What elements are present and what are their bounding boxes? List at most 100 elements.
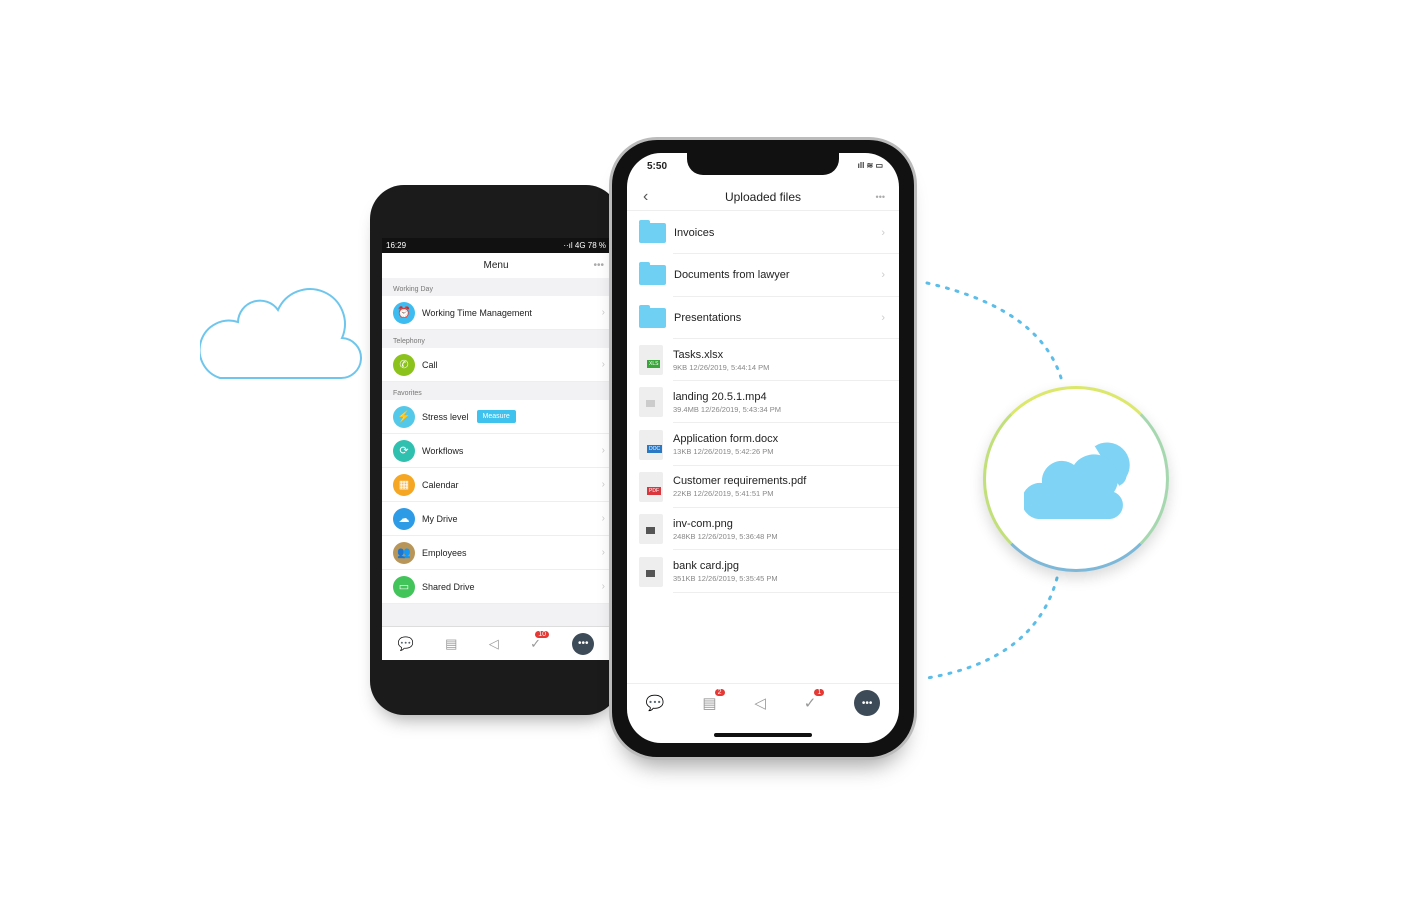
menu-item-label: My Drive xyxy=(422,513,458,524)
page-title: Menu xyxy=(483,260,509,271)
status-bar: 16:29 ··ıl 4G 78 % xyxy=(382,238,610,253)
file-icon: DOC xyxy=(639,429,663,460)
folder-row[interactable]: Documents from lawyer › xyxy=(627,254,899,297)
file-row[interactable]: bank card.jpg 351KB 12/26/2019, 5:35:45 P… xyxy=(627,550,899,593)
chevron-right-icon: › xyxy=(601,307,605,318)
megaphone-icon[interactable]: ◁ xyxy=(489,636,499,652)
status-bar: 5:50 ıll ≋ ▭ xyxy=(647,161,883,172)
iphone-screen: 5:50 ıll ≋ ▭ ‹ Uploaded files ••• Invoice… xyxy=(627,153,899,743)
chevron-right-icon: › xyxy=(601,479,605,490)
menu-header: Menu ••• xyxy=(382,253,610,278)
chevron-right-icon: › xyxy=(881,311,885,324)
menu-item[interactable]: ☁ My Drive › xyxy=(382,502,610,536)
file-icon xyxy=(639,387,663,418)
menu-item[interactable]: ▦ Calendar › xyxy=(382,468,610,502)
file-meta: 9KB 12/26/2019, 5:44:14 PM xyxy=(673,362,770,372)
file-type-tag: PDF xyxy=(647,486,661,495)
file-list: Invoices › Documents from lawyer › Presentat… xyxy=(627,212,899,593)
menu-item-label: Stress level xyxy=(422,411,469,422)
file-meta: 248KB 12/26/2019, 5:36:48 PM xyxy=(673,531,778,541)
chevron-right-icon: › xyxy=(881,269,885,282)
calendar-icon: ▦ xyxy=(393,473,415,496)
folder-icon xyxy=(639,262,666,286)
menu-item-label: Workflows xyxy=(422,445,464,456)
employees-icon: 👥 xyxy=(393,541,415,564)
menu-item[interactable]: 👥 Employees › xyxy=(382,536,610,570)
lightning-icon: ⚡ xyxy=(393,405,415,428)
drive-icon: ☁ xyxy=(393,507,415,530)
file-name: inv-com.png xyxy=(673,517,733,530)
more-icon[interactable]: ••• xyxy=(876,183,885,211)
cloud-storage-badge xyxy=(983,386,1169,572)
section-label: Telephony xyxy=(393,338,425,345)
workflow-icon: ⟳ xyxy=(393,439,415,462)
menu-item-label: Employees xyxy=(422,547,467,558)
header: ‹ Uploaded files ••• xyxy=(627,183,899,211)
file-icon: XLS xyxy=(639,345,663,376)
file-meta: 39.4MB 12/26/2019, 5:43:34 PM xyxy=(673,404,781,414)
chat-icon[interactable]: 💬 xyxy=(398,636,414,652)
file-name: Tasks.xlsx xyxy=(673,348,724,361)
phone-icon: ✆ xyxy=(393,353,415,376)
file-type-tag: DOC xyxy=(647,444,663,453)
back-button[interactable]: ‹ xyxy=(643,183,648,211)
android-screen: 16:29 ··ıl 4G 78 % Menu ••• Working Day ⏰ Wo… xyxy=(382,238,610,660)
status-time: 5:50 xyxy=(647,161,668,172)
status-time: 16:29 xyxy=(386,241,407,250)
file-meta: 351KB 12/26/2019, 5:35:45 PM xyxy=(673,574,778,584)
chevron-right-icon: › xyxy=(601,513,605,524)
home-indicator xyxy=(714,733,812,737)
chevron-right-icon: › xyxy=(601,581,605,592)
file-row[interactable]: landing 20.5.1.mp4 39.4MB 12/26/2019, 5:4… xyxy=(627,381,899,424)
chevron-right-icon: › xyxy=(601,445,605,456)
tasks-badge: 1 xyxy=(814,689,825,696)
chevron-right-icon: › xyxy=(881,227,885,240)
file-name: bank card.jpg xyxy=(673,560,740,573)
menu-item-label: Shared Drive xyxy=(422,581,475,592)
cloud-outline-icon xyxy=(200,288,363,380)
folder-row[interactable]: Presentations › xyxy=(627,297,899,340)
folder-name: Documents from lawyer xyxy=(674,269,790,282)
alarm-clock-icon: ⏰ xyxy=(393,301,415,324)
menu-item[interactable]: ✆ Call › xyxy=(382,348,610,382)
folder-name: Invoices xyxy=(674,227,715,240)
menu-item[interactable]: ⟳ Workflows › xyxy=(382,434,610,468)
measure-button[interactable]: Measure xyxy=(476,410,516,423)
chevron-right-icon: › xyxy=(601,359,605,370)
cloud-icon xyxy=(1024,439,1132,519)
file-name: Customer requirements.pdf xyxy=(673,475,807,488)
file-row[interactable]: PDF Customer requirements.pdf 22KB 12/26/2… xyxy=(627,466,899,509)
folder-icon xyxy=(639,304,666,328)
more-menu-button[interactable]: ••• xyxy=(572,632,595,655)
feed-badge: 2 xyxy=(714,689,725,696)
file-row[interactable]: inv-com.png 248KB 12/26/2019, 5:36:48 PM xyxy=(627,508,899,551)
menu-item[interactable]: ▭ Shared Drive › xyxy=(382,570,610,604)
tasks-icon[interactable]: ✓ 10 xyxy=(530,630,549,652)
file-icon xyxy=(639,556,663,587)
file-meta: 13KB 12/26/2019, 5:42:26 PM xyxy=(673,447,774,457)
menu-item-label: Calendar xyxy=(422,479,459,490)
status-icons: ··ıl 4G 78 % xyxy=(563,241,606,250)
file-row[interactable]: XLS Tasks.xlsx 9KB 12/26/2019, 5:44:14 PM xyxy=(627,339,899,382)
more-menu-button[interactable]: ••• xyxy=(854,690,881,716)
chat-icon[interactable]: 💬 xyxy=(646,694,665,743)
menu-item[interactable]: ⚡ Stress level Measure xyxy=(382,400,610,434)
file-icon: PDF xyxy=(639,471,663,502)
feed-icon[interactable]: ▤ xyxy=(445,636,457,652)
menu-item[interactable]: ⏰ Working Time Management › xyxy=(382,296,610,330)
menu-item-label: Working Time Management xyxy=(422,307,532,318)
menu-item-label: Call xyxy=(422,359,438,370)
section-label: Favorites xyxy=(393,390,422,397)
folder-row[interactable]: Invoices › xyxy=(627,212,899,255)
tab-bar: 💬 ▤ ◁ ✓ 10 ••• xyxy=(382,626,610,660)
file-row[interactable]: DOC Application form.docx 13KB 12/26/2019,… xyxy=(627,423,899,467)
tasks-badge: 10 xyxy=(535,630,549,638)
folder-icon xyxy=(639,220,666,244)
file-type-tag: XLS xyxy=(647,360,661,369)
file-name: landing 20.5.1.mp4 xyxy=(673,390,767,403)
chevron-right-icon: › xyxy=(601,547,605,558)
more-icon[interactable]: ••• xyxy=(593,253,604,278)
shared-drive-icon: ▭ xyxy=(393,575,415,598)
file-icon xyxy=(639,514,663,545)
folder-name: Presentations xyxy=(674,311,742,324)
